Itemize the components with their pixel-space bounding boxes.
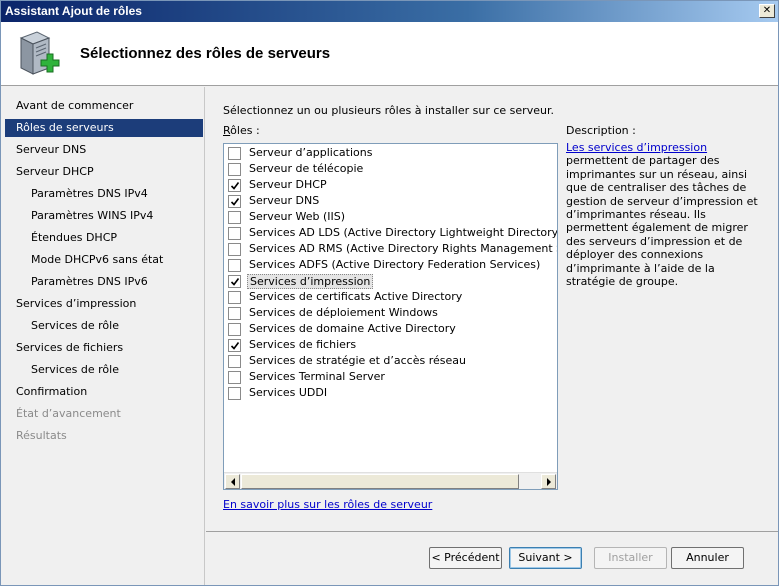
install-button[interactable]: Installer (594, 547, 667, 569)
role-checkbox[interactable] (228, 387, 241, 400)
role-checkbox[interactable] (228, 163, 241, 176)
role-label: Services ADFS (Active Directory Federati… (249, 258, 541, 271)
wizard-step-nav: Avant de commencer Rôles de serveurs Serve… (1, 87, 205, 585)
role-label: Services de déploiement Windows (249, 306, 438, 319)
nav-step-item[interactable]: Confirmation (5, 383, 203, 401)
nav-step-item[interactable]: Avant de commencer (5, 97, 203, 115)
nav-step-item[interactable]: Étendues DHCP (5, 229, 203, 247)
next-button[interactable]: Suivant > (509, 547, 582, 569)
role-checkbox[interactable] (228, 227, 241, 240)
nav-step-item[interactable]: Services de rôle (5, 317, 203, 335)
wizard-window: Assistant Ajout de rôles ✕ Sélectionnez … (0, 0, 779, 586)
nav-step-item[interactable]: Rôles de serveurs (5, 119, 203, 137)
checkmark-icon (230, 342, 240, 350)
arrow-left-icon (231, 478, 235, 486)
previous-button[interactable]: < Précédent (429, 547, 502, 569)
description-label: Description : (566, 124, 636, 137)
learn-more-link[interactable]: En savoir plus sur les rôles de serveur (223, 498, 432, 511)
page-title: Sélectionnez des rôles de serveurs (80, 45, 331, 62)
role-label: Services de domaine Active Directory (249, 322, 456, 335)
nav-step-item[interactable]: Paramètres WINS IPv4 (5, 207, 203, 225)
roles-list: Serveur d’applications Serveur de télécop… (224, 144, 557, 471)
role-label: Serveur d’applications (249, 146, 373, 159)
instruction-text: Sélectionnez un ou plusieurs rôles à ins… (223, 104, 554, 117)
checkmark-icon (230, 182, 240, 190)
nav-step-item[interactable]: Paramètres DNS IPv4 (5, 185, 203, 203)
role-label: Services AD LDS (Active Directory Lightw… (249, 226, 557, 239)
main-content: Sélectionnez un ou plusieurs rôles à ins… (206, 87, 778, 531)
role-checkbox[interactable] (228, 243, 241, 256)
window-title: Assistant Ajout de rôles (5, 4, 142, 18)
role-checkbox[interactable] (228, 291, 241, 304)
wizard-header: Sélectionnez des rôles de serveurs (1, 22, 778, 86)
role-checkbox[interactable] (228, 355, 241, 368)
scrollbar-thumb[interactable] (241, 474, 519, 489)
roles-label-rest: ôles : (230, 124, 260, 137)
nav-step-item[interactable]: Services de rôle (5, 361, 203, 379)
server-add-icon (15, 28, 63, 80)
nav-step-item[interactable]: Services d’impression (5, 295, 203, 313)
role-checkbox[interactable] (228, 307, 241, 320)
nav-step-item: Résultats (16, 429, 67, 442)
description-body: permettent de partager des imprimantes s… (566, 154, 758, 289)
cancel-button[interactable]: Annuler (671, 547, 744, 569)
role-label: Services d’impression (247, 274, 374, 289)
title-bar[interactable]: Assistant Ajout de rôles ✕ (1, 1, 778, 22)
roles-listbox[interactable]: Serveur d’applications Serveur de télécop… (223, 143, 558, 490)
roles-label: Rôles : (223, 124, 260, 137)
checkmark-icon (230, 198, 240, 206)
role-label: Serveur DNS (249, 194, 320, 207)
scroll-left-button[interactable] (225, 474, 240, 489)
role-label: Services Terminal Server (249, 370, 385, 383)
role-checkbox[interactable] (228, 211, 241, 224)
role-label: Serveur DHCP (249, 178, 327, 191)
nav-step-item[interactable]: Services de fichiers (5, 339, 203, 357)
description-text: Les services d’impression permettent de … (566, 141, 766, 288)
role-label: Services de fichiers (249, 338, 357, 351)
nav-step-item: État d’avancement (16, 407, 121, 420)
role-checkbox[interactable] (228, 179, 241, 192)
nav-step-item[interactable]: Serveur DHCP (5, 163, 203, 181)
nav-step-item[interactable]: Mode DHCPv6 sans état (5, 251, 203, 269)
role-checkbox[interactable] (228, 195, 241, 208)
wizard-footer: < Précédent Suivant > Installer Annuler (206, 531, 778, 585)
arrow-right-icon (547, 478, 551, 486)
horizontal-scrollbar[interactable] (224, 472, 557, 489)
role-checkbox[interactable] (228, 323, 241, 336)
role-checkbox[interactable] (228, 259, 241, 272)
role-label: Serveur de télécopie (249, 162, 364, 175)
role-checkbox[interactable] (228, 275, 241, 288)
role-checkbox[interactable] (228, 147, 241, 160)
role-label: Services de stratégie et d’accès réseau (249, 354, 466, 367)
role-label: Services AD RMS (Active Directory Rights… (249, 242, 557, 255)
nav-step-item[interactable]: Paramètres DNS IPv6 (5, 273, 203, 291)
role-checkbox[interactable] (228, 371, 241, 384)
checkmark-icon (230, 278, 240, 286)
role-checkbox[interactable] (228, 339, 241, 352)
nav-step-item[interactable]: Serveur DNS (5, 141, 203, 159)
scroll-right-button[interactable] (541, 474, 556, 489)
role-label: Services UDDI (249, 386, 328, 399)
description-link[interactable]: Les services d’impression (566, 141, 707, 154)
role-label: Serveur Web (IIS) (249, 210, 346, 223)
close-button[interactable]: ✕ (759, 4, 775, 18)
role-label: Services de certificats Active Directory (249, 290, 463, 303)
